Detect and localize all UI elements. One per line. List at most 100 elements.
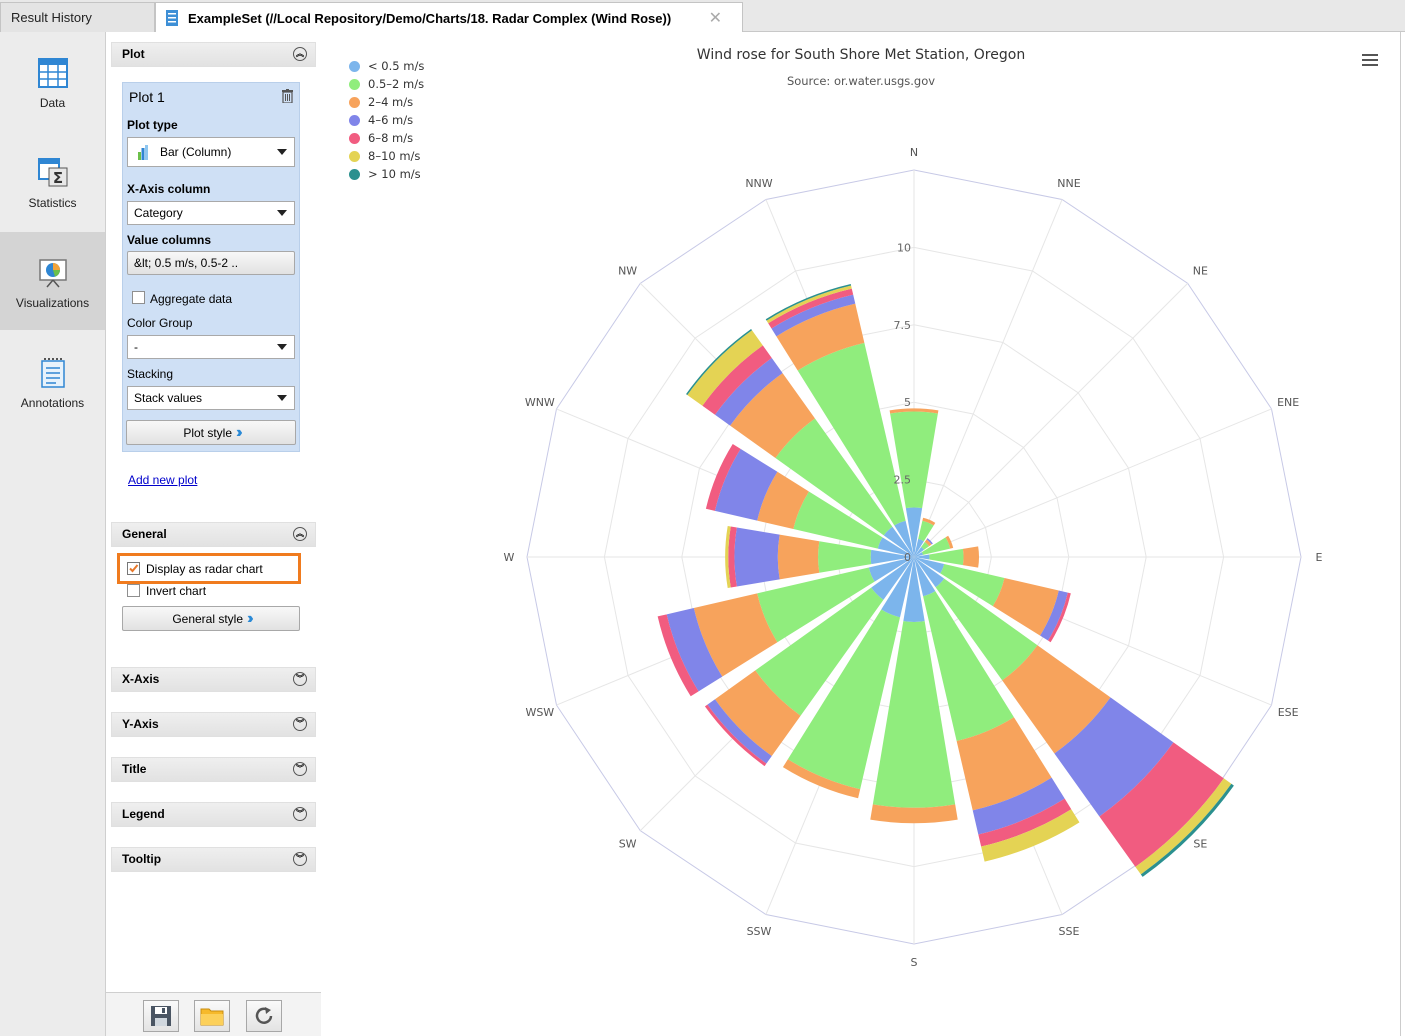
collapse-icon[interactable]: ︽ (293, 47, 307, 61)
radial-tick-label: 2.5 (894, 474, 912, 487)
stacking-label: Stacking (127, 367, 174, 381)
plot-config-box: Plot 1 Plot type Bar (Column) X-Axis col… (122, 82, 300, 452)
config-panel: Plot ︽ Plot 1 Plot type Bar (Column) X-A… (106, 32, 321, 1036)
section-plot-header[interactable]: Plot ︽ (111, 42, 316, 67)
color-group-value: - (134, 340, 138, 354)
section-general-title: General (122, 527, 167, 541)
nav-annotations-label: Annotations (20, 396, 85, 410)
expand-icon[interactable]: ︾ (293, 717, 307, 731)
table-icon (166, 10, 178, 26)
section-y-axis-title: Y-Axis (122, 717, 159, 731)
highlight-box (117, 553, 301, 584)
direction-label: ENE (1277, 396, 1299, 409)
section-tooltip-header[interactable]: Tooltip ︾ (111, 847, 316, 872)
color-group-label: Color Group (127, 316, 193, 330)
plot-type-select[interactable]: Bar (Column) (127, 137, 295, 167)
folder-icon (200, 1008, 224, 1026)
x-axis-column-value: Category (134, 206, 183, 220)
close-icon[interactable]: ✕ (709, 8, 722, 28)
direction-label: ESE (1278, 706, 1299, 719)
table-icon (38, 58, 68, 88)
general-style-button[interactable]: General style ›› (122, 606, 300, 631)
value-columns-button[interactable]: &lt; 0.5 m/s, 0.5-2 .. (127, 251, 295, 275)
notepad-icon (41, 358, 65, 388)
double-chevron-right-icon: ›› (247, 609, 253, 627)
expand-icon[interactable]: ︾ (293, 762, 307, 776)
nav-statistics[interactable]: Σ Statistics (0, 132, 105, 230)
expand-icon[interactable]: ︾ (293, 807, 307, 821)
direction-label: WNW (525, 396, 555, 409)
section-tooltip-title: Tooltip (122, 852, 162, 866)
floppy-disk-icon (151, 1006, 171, 1026)
direction-label: SSW (747, 925, 772, 938)
nav-statistics-label: Statistics (28, 196, 77, 210)
direction-label: WSW (525, 706, 554, 719)
direction-label: N (910, 146, 918, 159)
refresh-button[interactable] (246, 1000, 282, 1032)
tab-result-history[interactable]: Result History (0, 2, 155, 32)
grid-spoke (913, 408, 1272, 558)
direction-label: W (504, 551, 515, 564)
chart-panel: Wind rose for South Shore Met Station, O… (321, 32, 1401, 1036)
nav-visualizations[interactable]: Visualizations (0, 232, 105, 330)
plot-style-button[interactable]: Plot style ›› (126, 420, 296, 445)
radial-tick-label: 0 (904, 551, 911, 564)
sigma-icon: Σ (38, 158, 68, 187)
x-axis-column-label: X-Axis column (127, 182, 211, 196)
save-button[interactable] (143, 1000, 179, 1032)
direction-label: SE (1193, 837, 1207, 850)
refresh-icon (255, 1007, 273, 1024)
chevron-down-icon (277, 344, 287, 350)
nav-data-label: Data (39, 96, 66, 110)
nav-visualizations-label: Visualizations (15, 296, 90, 310)
plot-type-value: Bar (Column) (160, 145, 232, 159)
x-axis-column-select[interactable]: Category (127, 201, 295, 225)
section-legend-title: Legend (122, 807, 165, 821)
value-columns-value: &lt; 0.5 m/s, 0.5-2 .. (134, 256, 239, 270)
aggregate-checkbox[interactable] (132, 291, 145, 304)
stacking-value: Stack values (134, 391, 203, 405)
wind-bar-segment (962, 546, 980, 568)
expand-icon[interactable]: ︾ (293, 672, 307, 686)
grid-spoke (913, 282, 1189, 558)
wind-bar-segment (818, 541, 872, 573)
grid-spoke (913, 199, 1063, 558)
wind-bar-segment (734, 527, 780, 587)
double-chevron-right-icon: ›› (236, 423, 242, 441)
section-y-axis-header[interactable]: Y-Axis ︾ (111, 712, 316, 737)
radial-tick-label: 5 (904, 396, 911, 409)
wind-bar-segment (777, 534, 820, 580)
section-x-axis-header[interactable]: X-Axis ︾ (111, 667, 316, 692)
section-title-title: Title (122, 762, 147, 776)
color-group-select[interactable]: - (127, 335, 295, 359)
svg-text:Σ: Σ (53, 169, 63, 187)
config-toolbar (106, 992, 321, 1036)
direction-label: NW (618, 265, 637, 278)
direction-label: E (1316, 551, 1323, 564)
tab-exampleset[interactable]: ExampleSet (//Local Repository/Demo/Char… (155, 2, 743, 33)
invert-chart-checkbox[interactable] (127, 584, 140, 597)
tab-result-history-label: Result History (11, 10, 92, 25)
add-new-plot-link[interactable]: Add new plot (128, 473, 197, 487)
nav-annotations[interactable]: Annotations (0, 332, 105, 430)
direction-label: SW (619, 837, 637, 850)
trash-icon[interactable] (282, 89, 293, 103)
aggregate-label: Aggregate data (150, 292, 233, 306)
direction-label: NE (1193, 265, 1208, 278)
stacking-select[interactable]: Stack values (127, 386, 295, 410)
tab-exampleset-label: ExampleSet (//Local Repository/Demo/Char… (188, 10, 672, 26)
open-button[interactable] (194, 1000, 230, 1032)
nav-data[interactable]: Data (0, 32, 105, 130)
collapse-icon[interactable]: ︽ (293, 527, 307, 541)
section-legend-header[interactable]: Legend ︾ (111, 802, 316, 827)
direction-label: SSE (1059, 925, 1080, 938)
tab-bar: Result History ExampleSet (//Local Repos… (0, 0, 1405, 33)
chevron-down-icon (277, 395, 287, 401)
section-title-header[interactable]: Title ︾ (111, 757, 316, 782)
section-general-header[interactable]: General ︽ (111, 522, 316, 547)
plot-style-label: Plot style (183, 425, 233, 440)
section-x-axis-title: X-Axis (122, 672, 160, 686)
bar-chart-icon (138, 144, 148, 160)
expand-icon[interactable]: ︾ (293, 852, 307, 866)
value-columns-label: Value columns (127, 233, 212, 247)
